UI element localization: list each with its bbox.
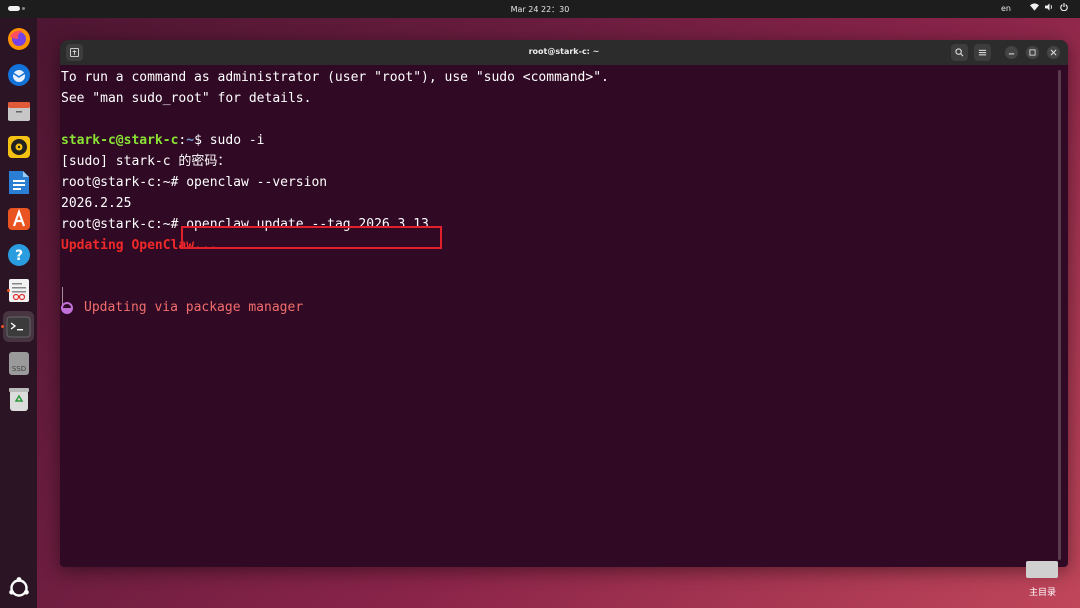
- menu-button[interactable]: [974, 44, 991, 61]
- system-tray[interactable]: [1030, 3, 1068, 11]
- ssd-drive-icon[interactable]: SSD: [6, 351, 31, 376]
- prompt-path: ~: [186, 133, 195, 148]
- terminal-line: root@stark-c:~# openclaw --version: [61, 175, 328, 190]
- power-icon: [1060, 3, 1068, 11]
- status-message: Updating via package manager: [84, 300, 304, 315]
- wifi-icon: [1030, 3, 1039, 11]
- prompt-user: stark-c@stark-c: [61, 133, 179, 148]
- terminal-line: See "man sudo_root" for details.: [61, 91, 312, 106]
- minimize-button[interactable]: [1005, 46, 1018, 59]
- ssd-label: SSD: [11, 365, 25, 373]
- thunderbird-icon[interactable]: [6, 62, 31, 87]
- terminal-output[interactable]: To run a command as administrator (user …: [61, 68, 1051, 563]
- terminal-window[interactable]: root@stark-c: ~ To run a command as admi…: [60, 40, 1068, 567]
- terminal-prompt-line: stark-c@stark-c:~$ sudo -i: [61, 133, 265, 149]
- scrollbar[interactable]: [1058, 70, 1061, 560]
- trash-icon[interactable]: [6, 387, 31, 412]
- running-indicator: [1, 325, 4, 328]
- top-bar: Mar 24 22：30 en: [0, 0, 1080, 18]
- firefox-icon[interactable]: [6, 26, 31, 51]
- home-folder-icon[interactable]: [1026, 561, 1058, 578]
- terminal-line: [sudo] stark-c 的密码：: [61, 154, 231, 169]
- highlight-box: [181, 226, 442, 249]
- terminal-line: 2026.2.25: [61, 196, 132, 211]
- window-title: root@stark-c: ~: [528, 47, 600, 56]
- close-icon: [1050, 49, 1057, 56]
- app-center-icon[interactable]: [6, 206, 31, 231]
- rhythmbox-icon[interactable]: [6, 134, 31, 159]
- help-icon[interactable]: ?: [6, 242, 31, 267]
- prompt-command: $ sudo -i: [194, 133, 265, 148]
- text-editor-icon[interactable]: [6, 278, 31, 303]
- maximize-button[interactable]: [1026, 46, 1039, 59]
- close-button[interactable]: [1047, 46, 1060, 59]
- title-bar[interactable]: root@stark-c: ~: [60, 40, 1068, 65]
- terminal-icon[interactable]: [1, 311, 34, 342]
- input-language-indicator[interactable]: en: [1001, 4, 1011, 13]
- svg-text:?: ?: [14, 248, 22, 264]
- libreoffice-writer-icon[interactable]: [6, 170, 31, 195]
- spinner-icon: [61, 302, 73, 314]
- minimize-icon: [1008, 53, 1015, 55]
- search-button[interactable]: [951, 44, 968, 61]
- terminal-line: To run a command as administrator (user …: [61, 70, 609, 85]
- dock: ? SSD: [0, 18, 37, 608]
- show-apps-icon[interactable]: [6, 575, 31, 600]
- root-prompt: root@stark-c:~#: [61, 217, 179, 232]
- volume-icon: [1045, 3, 1054, 11]
- hamburger-icon: [978, 49, 987, 56]
- files-icon[interactable]: [6, 98, 31, 123]
- running-indicator: [7, 289, 10, 292]
- home-folder-label[interactable]: 主目录: [1029, 585, 1056, 598]
- search-icon: [955, 48, 964, 57]
- maximize-icon: [1029, 49, 1036, 56]
- clock[interactable]: Mar 24 22：30: [0, 4, 1080, 15]
